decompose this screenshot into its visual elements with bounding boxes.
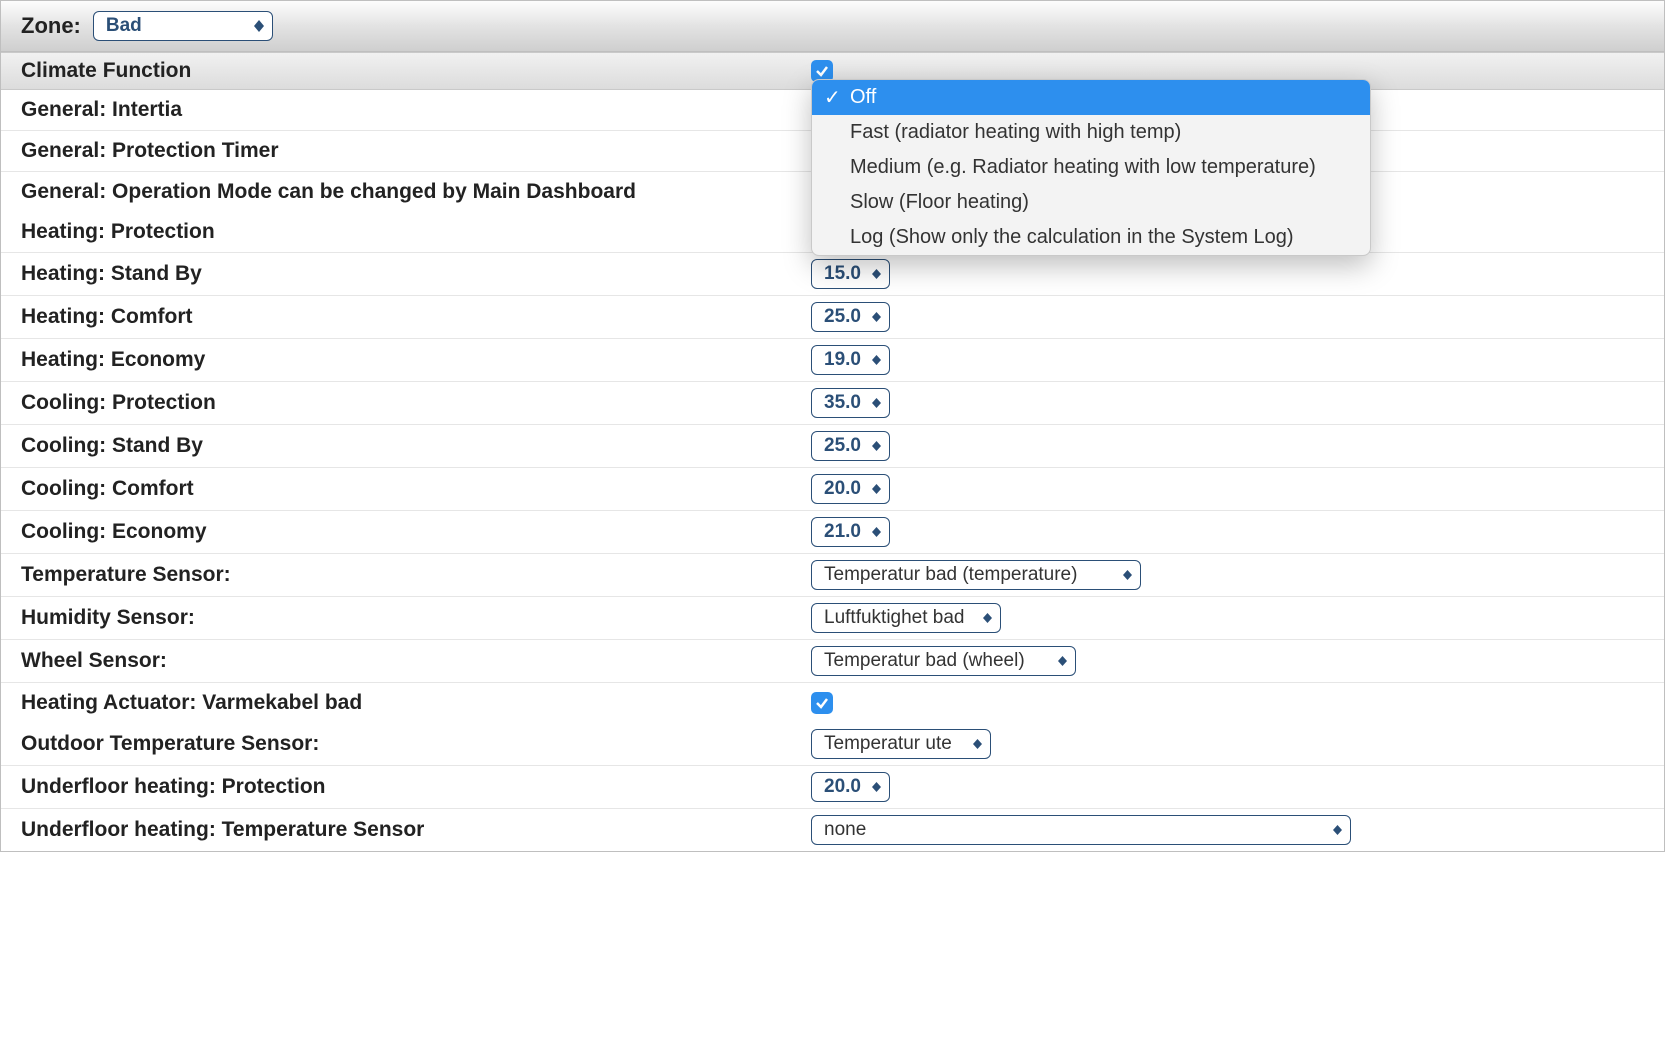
underfloor-temp-sensor-select[interactable]: none [811, 815, 1351, 845]
zone-label: Zone: [21, 13, 81, 39]
heating-economy-label: Heating: Economy [1, 340, 811, 380]
humidity-sensor-value: Luftfuktighet bad [824, 607, 965, 629]
inertia-option-slow[interactable]: Slow (Floor heating) [812, 185, 1370, 220]
cooling-economy-value: 21.0 [824, 521, 861, 543]
row-temperature-sensor: Temperature Sensor: Temperatur bad (temp… [1, 554, 1664, 597]
humidity-sensor-label: Humidity Sensor: [1, 598, 811, 638]
updown-icon [1058, 656, 1067, 666]
row-heating-comfort: Heating: Comfort 25.0 [1, 296, 1664, 339]
inertia-option-medium[interactable]: Medium (e.g. Radiator heating with low t… [812, 150, 1370, 185]
temperature-sensor-label: Temperature Sensor: [1, 555, 811, 595]
updown-icon [254, 20, 264, 32]
outdoor-temp-sensor-value: Temperatur ute [824, 733, 952, 755]
row-heating-actuator: Heating Actuator: Varmekabel bad [1, 683, 1664, 723]
underfloor-protection-value: 20.0 [824, 776, 861, 798]
protection-timer-label: General: Protection Timer [1, 131, 811, 171]
zone-select[interactable]: Bad [93, 11, 273, 41]
climate-function-label: Climate Function [1, 53, 811, 89]
cooling-economy-select[interactable]: 21.0 [811, 517, 890, 547]
updown-icon [983, 613, 992, 623]
row-heating-standby: Heating: Stand By 15.0 [1, 253, 1664, 296]
row-outdoor-temp-sensor: Outdoor Temperature Sensor: Temperatur u… [1, 723, 1664, 766]
cooling-standby-value: 25.0 [824, 435, 861, 457]
underfloor-protection-select[interactable]: 20.0 [811, 772, 890, 802]
row-cooling-economy: Cooling: Economy 21.0 [1, 511, 1664, 554]
heating-comfort-value: 25.0 [824, 306, 861, 328]
cooling-comfort-select[interactable]: 20.0 [811, 474, 890, 504]
cooling-comfort-value: 20.0 [824, 478, 861, 500]
heating-economy-value: 19.0 [824, 349, 861, 371]
heating-standby-label: Heating: Stand By [1, 254, 811, 294]
row-underfloor-temp-sensor: Underfloor heating: Temperature Sensor n… [1, 809, 1664, 851]
underfloor-temp-sensor-label: Underfloor heating: Temperature Sensor [1, 810, 811, 850]
cooling-protection-select[interactable]: 35.0 [811, 388, 890, 418]
inertia-option-off[interactable]: Off [812, 80, 1370, 115]
updown-icon [872, 441, 881, 451]
humidity-sensor-select[interactable]: Luftfuktighet bad [811, 603, 1001, 633]
updown-icon [872, 484, 881, 494]
heating-protection-label: Heating: Protection [1, 212, 811, 252]
updown-icon [872, 527, 881, 537]
updown-icon [872, 269, 881, 279]
cooling-protection-value: 35.0 [824, 392, 861, 414]
row-cooling-protection: Cooling: Protection 35.0 [1, 382, 1664, 425]
row-heating-economy: Heating: Economy 19.0 [1, 339, 1664, 382]
row-wheel-sensor: Wheel Sensor: Temperatur bad (wheel) [1, 640, 1664, 683]
cooling-standby-select[interactable]: 25.0 [811, 431, 890, 461]
row-cooling-comfort: Cooling: Comfort 20.0 [1, 468, 1664, 511]
row-cooling-standby: Cooling: Stand By 25.0 [1, 425, 1664, 468]
updown-icon [1333, 825, 1342, 835]
opmode-dashboard-label: General: Operation Mode can be changed b… [1, 172, 811, 212]
zone-bar: Zone: Bad [1, 1, 1664, 52]
heating-standby-value: 15.0 [824, 263, 861, 285]
updown-icon [872, 398, 881, 408]
row-humidity-sensor: Humidity Sensor: Luftfuktighet bad [1, 597, 1664, 640]
updown-icon [872, 782, 881, 792]
row-underfloor-protection: Underfloor heating: Protection 20.0 [1, 766, 1664, 809]
outdoor-temp-sensor-label: Outdoor Temperature Sensor: [1, 724, 811, 764]
inertia-dropdown[interactable]: Off Fast (radiator heating with high tem… [811, 79, 1371, 256]
inertia-option-log[interactable]: Log (Show only the calculation in the Sy… [812, 220, 1370, 255]
zone-select-value: Bad [106, 15, 142, 37]
heating-comfort-label: Heating: Comfort [1, 297, 811, 337]
heating-economy-select[interactable]: 19.0 [811, 345, 890, 375]
wheel-sensor-select[interactable]: Temperatur bad (wheel) [811, 646, 1076, 676]
inertia-label: General: Intertia [1, 90, 811, 130]
temperature-sensor-select[interactable]: Temperatur bad (temperature) [811, 560, 1141, 590]
updown-icon [872, 355, 881, 365]
temperature-sensor-value: Temperatur bad (temperature) [824, 564, 1077, 586]
cooling-comfort-label: Cooling: Comfort [1, 469, 811, 509]
row-inertia: General: Intertia Off Fast (radiator hea… [1, 90, 1664, 131]
underfloor-temp-sensor-value: none [824, 819, 866, 841]
outdoor-temp-sensor-select[interactable]: Temperatur ute [811, 729, 991, 759]
wheel-sensor-value: Temperatur bad (wheel) [824, 650, 1025, 672]
heating-actuator-checkbox[interactable] [811, 692, 833, 714]
cooling-protection-label: Cooling: Protection [1, 383, 811, 423]
inertia-option-fast[interactable]: Fast (radiator heating with high temp) [812, 115, 1370, 150]
climate-settings-panel: Zone: Bad Climate Function General: Inte… [0, 0, 1665, 852]
updown-icon [973, 739, 982, 749]
cooling-standby-label: Cooling: Stand By [1, 426, 811, 466]
updown-icon [1123, 570, 1132, 580]
cooling-economy-label: Cooling: Economy [1, 512, 811, 552]
heating-comfort-select[interactable]: 25.0 [811, 302, 890, 332]
underfloor-protection-label: Underfloor heating: Protection [1, 767, 811, 807]
wheel-sensor-label: Wheel Sensor: [1, 641, 811, 681]
heating-actuator-label: Heating Actuator: Varmekabel bad [1, 683, 811, 723]
updown-icon [872, 312, 881, 322]
heating-standby-select[interactable]: 15.0 [811, 259, 890, 289]
